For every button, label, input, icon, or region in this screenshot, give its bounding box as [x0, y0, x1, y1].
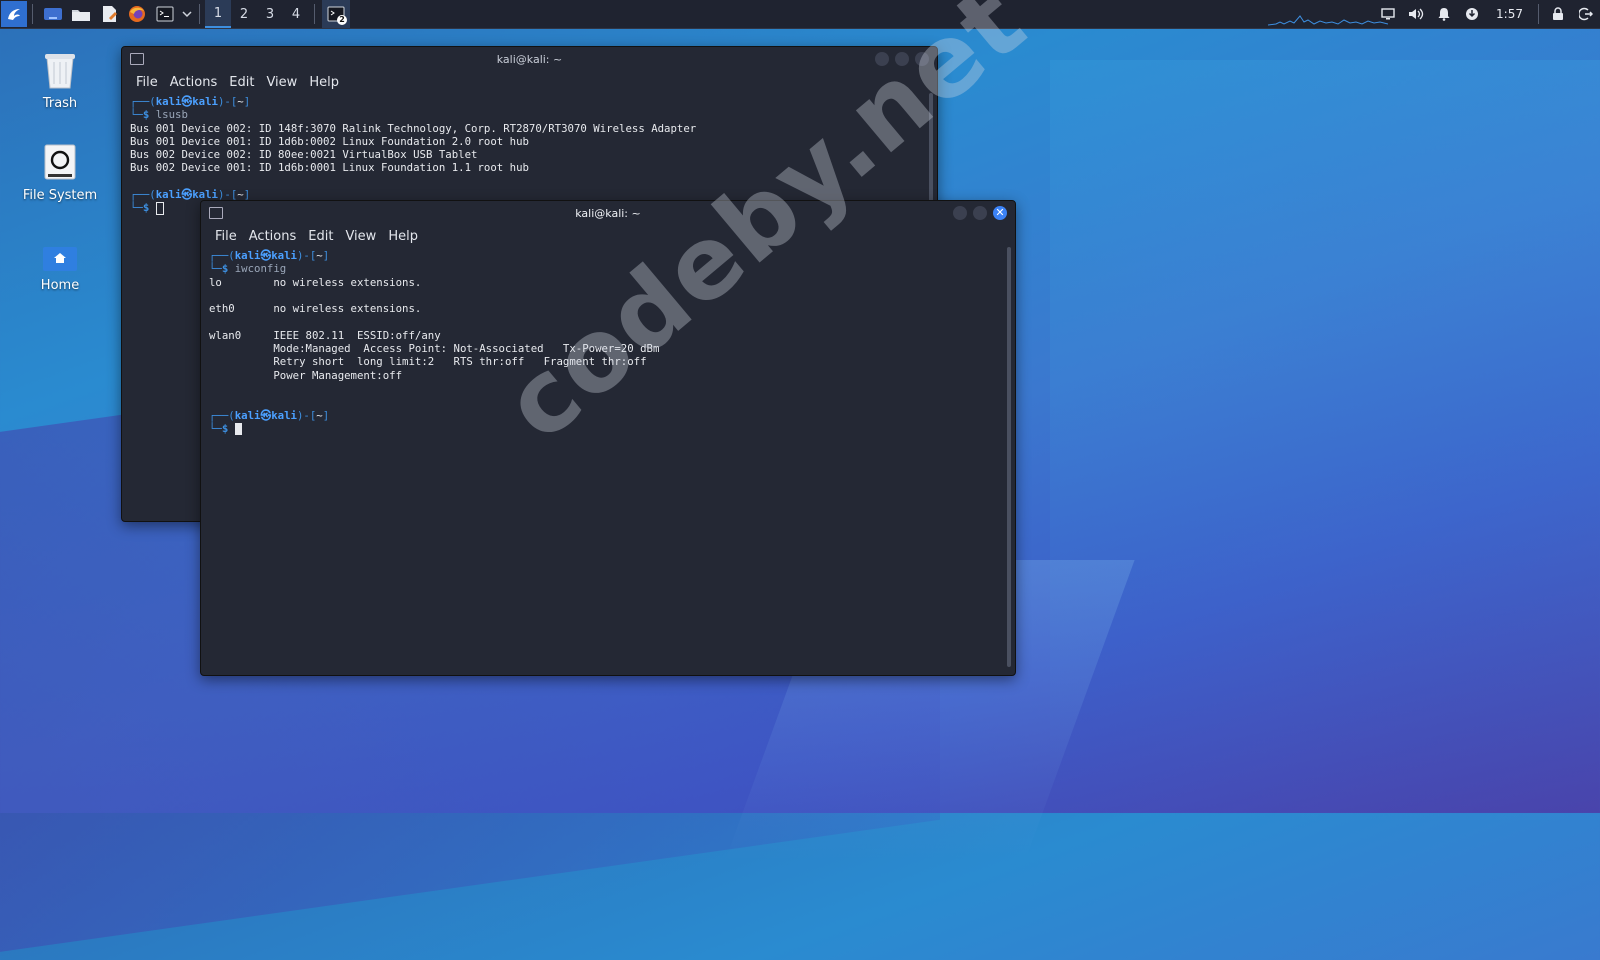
desktop-icon-label: File System [22, 188, 98, 203]
maximize-button[interactable] [973, 206, 987, 220]
system-tray: 1:57 [1374, 0, 1600, 28]
output-line: Retry short long limit:2 RTS thr:off Fra… [209, 355, 647, 369]
desktop-icon-label: Home [40, 278, 80, 293]
menu-bar: File Actions Edit View Help [201, 225, 1015, 247]
menu-view[interactable]: View [341, 229, 380, 244]
close-button[interactable] [915, 52, 929, 66]
trash-icon [15, 50, 105, 90]
task-terminal-group[interactable]: 2 [322, 0, 350, 28]
window-title: kali@kali: ~ [575, 206, 641, 220]
menu-actions[interactable]: Actions [245, 229, 301, 244]
terminal-output[interactable]: ┌──(kali㉿kali)-[~] └─$ iwconfig lo no wi… [201, 247, 1015, 437]
firefox-icon[interactable] [124, 1, 150, 27]
minimize-button[interactable] [875, 52, 889, 66]
menu-file[interactable]: File [132, 75, 162, 90]
text-editor-icon[interactable] [96, 1, 122, 27]
menu-help[interactable]: Help [384, 229, 422, 244]
output-line: Bus 001 Device 002: ID 148f:3070 Ralink … [130, 121, 697, 135]
wallpaper-shape [1050, 60, 1600, 820]
output-line: Bus 002 Device 001: ID 1d6b:0001 Linux F… [130, 161, 529, 175]
drive-icon [15, 144, 105, 182]
output-line: Bus 001 Device 001: ID 1d6b:0002 Linux F… [130, 134, 529, 148]
desktop-icon-trash[interactable]: Trash [15, 50, 105, 111]
window-titlebar[interactable]: kali@kali: ~ [122, 47, 937, 71]
lock-icon[interactable] [1544, 0, 1572, 28]
text-cursor [155, 201, 164, 215]
close-button[interactable]: ✕ [993, 206, 1007, 220]
panel-separator [199, 4, 200, 24]
display-icon[interactable] [1374, 0, 1402, 28]
maximize-button[interactable] [895, 52, 909, 66]
clock[interactable]: 1:57 [1486, 7, 1533, 21]
kali-menu-icon[interactable] [1, 1, 27, 27]
window-titlebar[interactable]: kali@kali: ~ ✕ [201, 201, 1015, 225]
menu-edit[interactable]: Edit [225, 75, 258, 90]
volume-icon[interactable] [1402, 0, 1430, 28]
menu-edit[interactable]: Edit [304, 229, 337, 244]
workspace-2[interactable]: 2 [231, 0, 257, 28]
workspace-4[interactable]: 4 [283, 0, 309, 28]
output-line: Mode:Managed Access Point: Not-Associate… [209, 342, 660, 356]
scrollbar[interactable] [1007, 247, 1011, 667]
menu-view[interactable]: View [262, 75, 301, 90]
task-count-badge: 2 [337, 15, 347, 25]
menu-file[interactable]: File [211, 229, 241, 244]
output-line: Power Management:off [209, 368, 403, 382]
menu-help[interactable]: Help [305, 75, 343, 90]
panel-separator [1538, 4, 1539, 24]
update-icon[interactable] [1458, 0, 1486, 28]
output-line: wlan0 IEEE 802.11 ESSID:off/any [209, 328, 441, 342]
window-controls: ✕ [953, 206, 1007, 220]
cpu-graph [1268, 15, 1388, 26]
chevron-down-icon[interactable] [180, 1, 194, 27]
desktop-icon[interactable] [40, 1, 66, 27]
desktop-icon-label: Trash [42, 96, 78, 111]
output-line: lo no wireless extensions. [209, 275, 422, 289]
command-text: lsusb [155, 108, 188, 122]
terminal-output[interactable]: ┌──(kali㉿kali)-[~] └─$ lsusb Bus 001 Dev… [122, 93, 937, 217]
logout-icon[interactable] [1572, 0, 1600, 28]
window-controls [875, 52, 929, 66]
file-manager-icon[interactable] [68, 1, 94, 27]
minimize-button[interactable] [953, 206, 967, 220]
menu-bar: File Actions Edit View Help [122, 71, 937, 93]
bell-icon[interactable] [1430, 0, 1458, 28]
text-cursor [234, 422, 242, 435]
output-line: eth0 no wireless extensions. [209, 302, 422, 316]
top-panel: 1 2 3 4 2 1:57 [0, 0, 1600, 29]
terminal-window-front[interactable]: kali@kali: ~ ✕ File Actions Edit View He… [200, 200, 1016, 676]
workspace-3[interactable]: 3 [257, 0, 283, 28]
menu-actions[interactable]: Actions [166, 75, 222, 90]
home-folder-icon [15, 246, 105, 272]
desktop-icon-file-system[interactable]: File System [15, 144, 105, 203]
workspace-1[interactable]: 1 [205, 0, 231, 28]
panel-separator [314, 4, 315, 24]
panel-separator [32, 4, 33, 24]
output-line: Bus 002 Device 002: ID 80ee:0021 Virtual… [130, 148, 478, 162]
window-title: kali@kali: ~ [496, 52, 563, 66]
terminal-icon[interactable] [152, 1, 178, 27]
command-text: iwconfig [234, 262, 287, 276]
desktop-icon-home[interactable]: Home [15, 246, 105, 293]
